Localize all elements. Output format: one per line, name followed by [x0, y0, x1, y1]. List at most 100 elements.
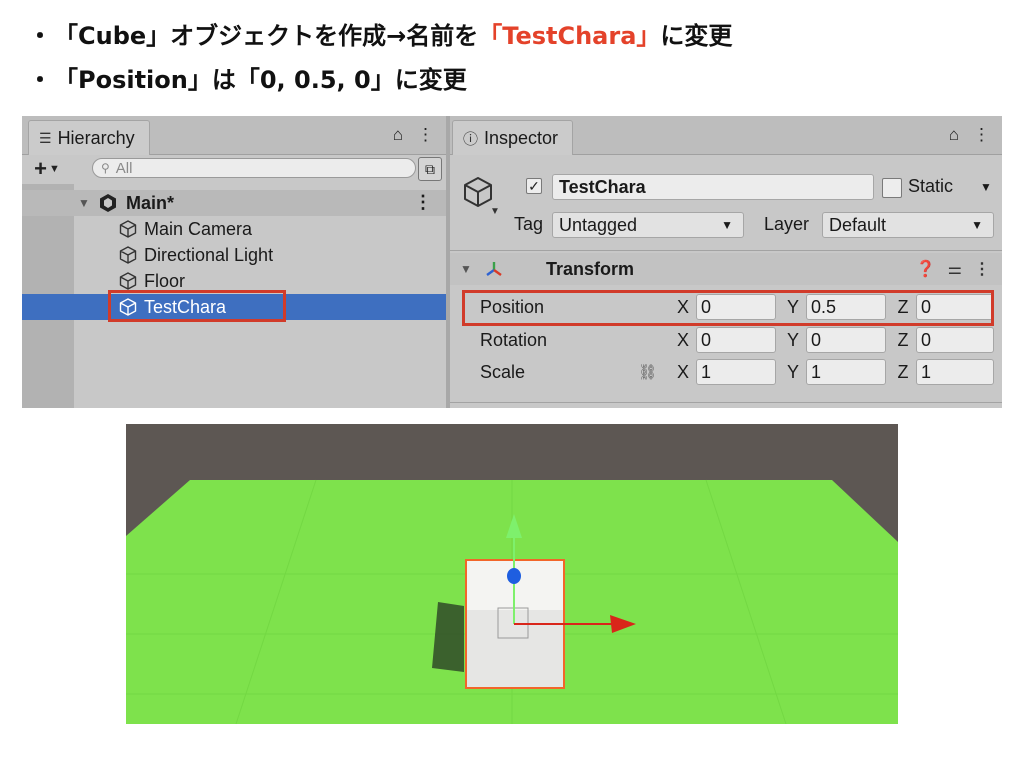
tab-label: Inspector	[484, 127, 559, 148]
link-scale-icon[interactable]: ⛓	[638, 363, 657, 381]
scene-name: Main*	[126, 193, 175, 213]
position-label: Position	[480, 297, 545, 317]
search-placeholder: All	[115, 159, 133, 177]
hierarchy-search-input[interactable]: ⚲ All	[92, 158, 416, 178]
cube-icon	[119, 298, 137, 316]
hierarchy-panel: ☰ Hierarchy ⌂ ⋮ + ▼ ⚲ All ⧉ ▼ Main* ⋮ Ma…	[22, 116, 446, 408]
axis-y-label[interactable]: Y	[786, 297, 800, 318]
axis-z-label[interactable]: Z	[896, 330, 910, 351]
hierarchy-item-main-camera[interactable]: Main Camera	[22, 216, 446, 242]
scene-visibility-button[interactable]: ⧉	[418, 157, 442, 181]
scene-menu-kebab-icon[interactable]: ⋮	[414, 192, 432, 213]
axis-z-label[interactable]: Z	[896, 297, 910, 318]
hierarchy-item-label: TestChara	[144, 296, 227, 317]
layer-label: Layer	[764, 214, 810, 234]
scene-root-row[interactable]: ▼ Main* ⋮	[22, 190, 446, 216]
list-icon: ☰	[39, 129, 52, 146]
chevron-down-icon: ▼	[721, 218, 733, 232]
instruction-line-1: ・「Cube」オブジェクトを作成→名前を「TestChara」に変更	[28, 14, 732, 58]
section-divider	[450, 402, 1002, 403]
axis-y-label[interactable]: Y	[786, 330, 800, 351]
section-divider	[450, 250, 1002, 251]
static-checkbox[interactable]	[882, 178, 902, 198]
menu-kebab-icon[interactable]: ⋮	[974, 259, 990, 279]
inspector-tabbar: ⓘ Inspector ⌂ ⋮	[450, 116, 1002, 155]
rotation-z-field[interactable]: 0	[916, 327, 994, 353]
hierarchy-item-testchara[interactable]: TestChara	[22, 294, 446, 320]
plus-icon: +	[34, 156, 47, 181]
inspector-tab-tools: ⌂ ⋮	[949, 125, 990, 145]
presets-icon[interactable]: ⚌	[948, 259, 962, 279]
hierarchy-item-label: Main Camera	[144, 218, 253, 239]
chevron-down-icon: ▼	[971, 218, 983, 232]
object-name-field[interactable]: TestChara	[552, 174, 874, 200]
rotation-y-field[interactable]: 0	[806, 327, 886, 353]
hierarchy-item-directional-light[interactable]: Directional Light	[22, 242, 446, 268]
highlight-name: 「TestChara」	[478, 22, 661, 50]
transform-title: Transform	[546, 258, 635, 279]
hierarchy-item-label: Directional Light	[144, 244, 274, 265]
info-icon: ⓘ	[463, 130, 479, 148]
chevron-down-icon[interactable]: ▼	[980, 180, 992, 194]
axis-x-label[interactable]: X	[676, 362, 690, 383]
transform-axes-icon	[486, 262, 502, 276]
bullet-dot: ・	[28, 22, 52, 50]
tab-label: Hierarchy	[57, 127, 135, 148]
hierarchy-tabbar: ☰ Hierarchy ⌂ ⋮	[22, 116, 446, 155]
position-x-field[interactable]: 0	[696, 294, 776, 320]
chevron-down-icon: ▼	[48, 163, 60, 175]
chevron-down-icon[interactable]: ▼	[490, 206, 500, 217]
layer-dropdown[interactable]: Default ▼	[822, 212, 994, 238]
rotation-x-field[interactable]: 0	[696, 327, 776, 353]
inspector-panel: ⓘ Inspector ⌂ ⋮ ▼ ✓ TestChara Static ▼ T…	[450, 116, 1002, 408]
position-y-field[interactable]: 0.5	[806, 294, 886, 320]
instruction-text: 「Cube」オブジェクトを作成→名前を	[54, 22, 479, 50]
lock-icon[interactable]: ⌂	[949, 125, 959, 145]
cube-icon	[119, 246, 137, 264]
axis-z-label[interactable]: Z	[896, 362, 910, 383]
transform-header[interactable]: ▼ Transform ❓ ⚌ ⋮	[450, 253, 1002, 285]
lock-icon[interactable]: ⌂	[393, 125, 403, 145]
axis-x-label[interactable]: X	[676, 297, 690, 318]
axis-y-label[interactable]: Y	[786, 362, 800, 383]
transform-tools: ❓ ⚌ ⋮	[916, 259, 990, 279]
hierarchy-item-floor[interactable]: Floor	[22, 268, 446, 294]
scale-x-field[interactable]: 1	[696, 359, 776, 385]
add-object-button[interactable]: + ▼	[22, 156, 72, 182]
active-checkbox[interactable]: ✓	[526, 178, 542, 194]
tag-value: Untagged	[559, 215, 638, 235]
cube-icon	[119, 272, 137, 290]
bullet-dot: ・	[28, 66, 52, 94]
gizmo-z-handle-icon[interactable]	[507, 568, 521, 584]
search-icon: ⚲	[101, 161, 110, 175]
position-z-field[interactable]: 0	[916, 294, 994, 320]
scale-label: Scale	[480, 362, 526, 382]
cube-icon	[119, 220, 137, 238]
scale-z-field[interactable]: 1	[916, 359, 994, 385]
transform-row-position: Position X 0 Y 0.5 Z 0	[450, 292, 1002, 322]
scene-view[interactable]	[126, 424, 898, 724]
transform-row-rotation: Rotation X 0 Y 0 Z 0	[450, 325, 1002, 355]
unity-editor: ☰ Hierarchy ⌂ ⋮ + ▼ ⚲ All ⧉ ▼ Main* ⋮ Ma…	[22, 116, 1002, 408]
menu-kebab-icon[interactable]: ⋮	[417, 125, 434, 145]
hierarchy-tab-tools: ⌂ ⋮	[393, 125, 434, 145]
instruction-line-2: ・「Position」は「0, 0.5, 0」に変更	[28, 58, 732, 102]
axis-x-label[interactable]: X	[676, 330, 690, 351]
help-icon[interactable]: ❓	[916, 259, 936, 279]
tag-dropdown[interactable]: Untagged ▼	[552, 212, 744, 238]
instruction-text: 「Position」は「0, 0.5, 0」に変更	[54, 66, 467, 94]
chevron-down-icon[interactable]: ▼	[78, 196, 90, 210]
hierarchy-item-label: Floor	[144, 270, 186, 291]
static-label: Static	[908, 176, 954, 196]
tab-hierarchy[interactable]: ☰ Hierarchy	[28, 120, 150, 155]
instruction-text-end: に変更	[660, 22, 733, 50]
instruction-list: ・「Cube」オブジェクトを作成→名前を「TestChara」に変更 ・「Pos…	[28, 14, 732, 102]
tab-inspector[interactable]: ⓘ Inspector	[452, 120, 574, 155]
transform-row-scale: Scale ⛓ X 1 Y 1 Z 1	[450, 357, 1002, 387]
chevron-down-icon[interactable]: ▼	[460, 262, 472, 276]
menu-kebab-icon[interactable]: ⋮	[973, 125, 990, 145]
hierarchy-toolbar: + ▼ ⚲ All ⧉	[22, 154, 446, 184]
tag-label: Tag	[514, 214, 544, 234]
scale-y-field[interactable]: 1	[806, 359, 886, 385]
gameobject-cube-icon[interactable]	[460, 174, 496, 210]
